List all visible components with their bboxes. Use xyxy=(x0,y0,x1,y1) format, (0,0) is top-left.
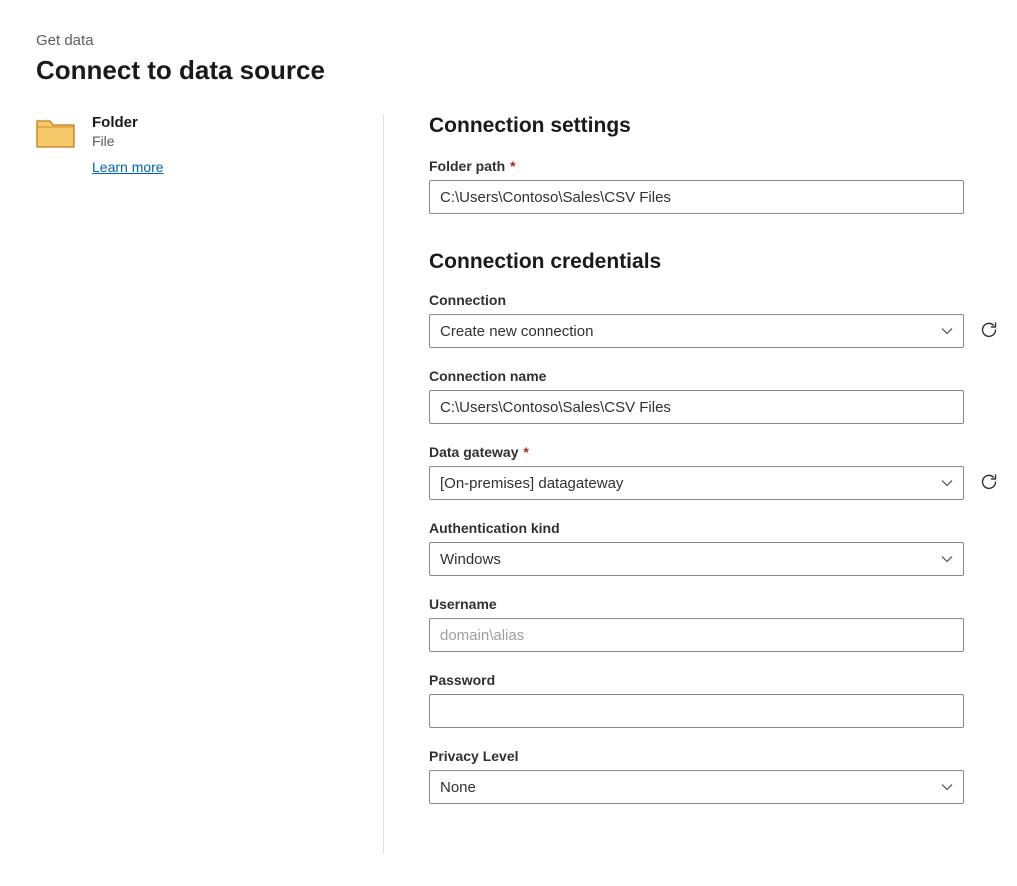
folder-icon xyxy=(36,117,76,149)
auth-kind-select[interactable]: Windows xyxy=(429,542,964,576)
learn-more-link[interactable]: Learn more xyxy=(92,159,164,175)
folder-path-input[interactable] xyxy=(429,180,964,214)
connection-name-label: Connection name xyxy=(429,368,1000,384)
data-gateway-select[interactable]: [On-premises] datagateway xyxy=(429,466,964,500)
page-title: Connect to data source xyxy=(36,55,981,86)
folder-path-label: Folder path * xyxy=(429,158,1000,174)
breadcrumb: Get data xyxy=(36,32,981,49)
vertical-divider xyxy=(383,114,384,854)
username-input[interactable] xyxy=(429,618,964,652)
source-title: Folder xyxy=(92,114,164,131)
source-card: Folder File Learn more xyxy=(36,114,338,175)
connection-label: Connection xyxy=(429,292,1000,308)
auth-kind-label: Authentication kind xyxy=(429,520,1000,536)
required-indicator: * xyxy=(519,444,528,460)
password-label: Password xyxy=(429,672,1000,688)
username-label: Username xyxy=(429,596,1000,612)
privacy-level-label: Privacy Level xyxy=(429,748,1000,764)
refresh-gateway-button[interactable] xyxy=(978,472,1000,494)
refresh-icon xyxy=(979,320,999,343)
refresh-connection-button[interactable] xyxy=(978,320,1000,342)
form-panel: Connection settings Folder path * Connec… xyxy=(429,114,1000,854)
connection-credentials-heading: Connection credentials xyxy=(429,250,1000,274)
privacy-level-select[interactable]: None xyxy=(429,770,964,804)
connection-name-input[interactable] xyxy=(429,390,964,424)
source-subtitle: File xyxy=(92,133,164,149)
connection-select[interactable]: Create new connection xyxy=(429,314,964,348)
required-indicator: * xyxy=(506,158,515,174)
data-gateway-label: Data gateway * xyxy=(429,444,1000,460)
source-panel: Folder File Learn more xyxy=(36,114,338,854)
connection-settings-heading: Connection settings xyxy=(429,114,1000,138)
password-input[interactable] xyxy=(429,694,964,728)
refresh-icon xyxy=(979,472,999,495)
